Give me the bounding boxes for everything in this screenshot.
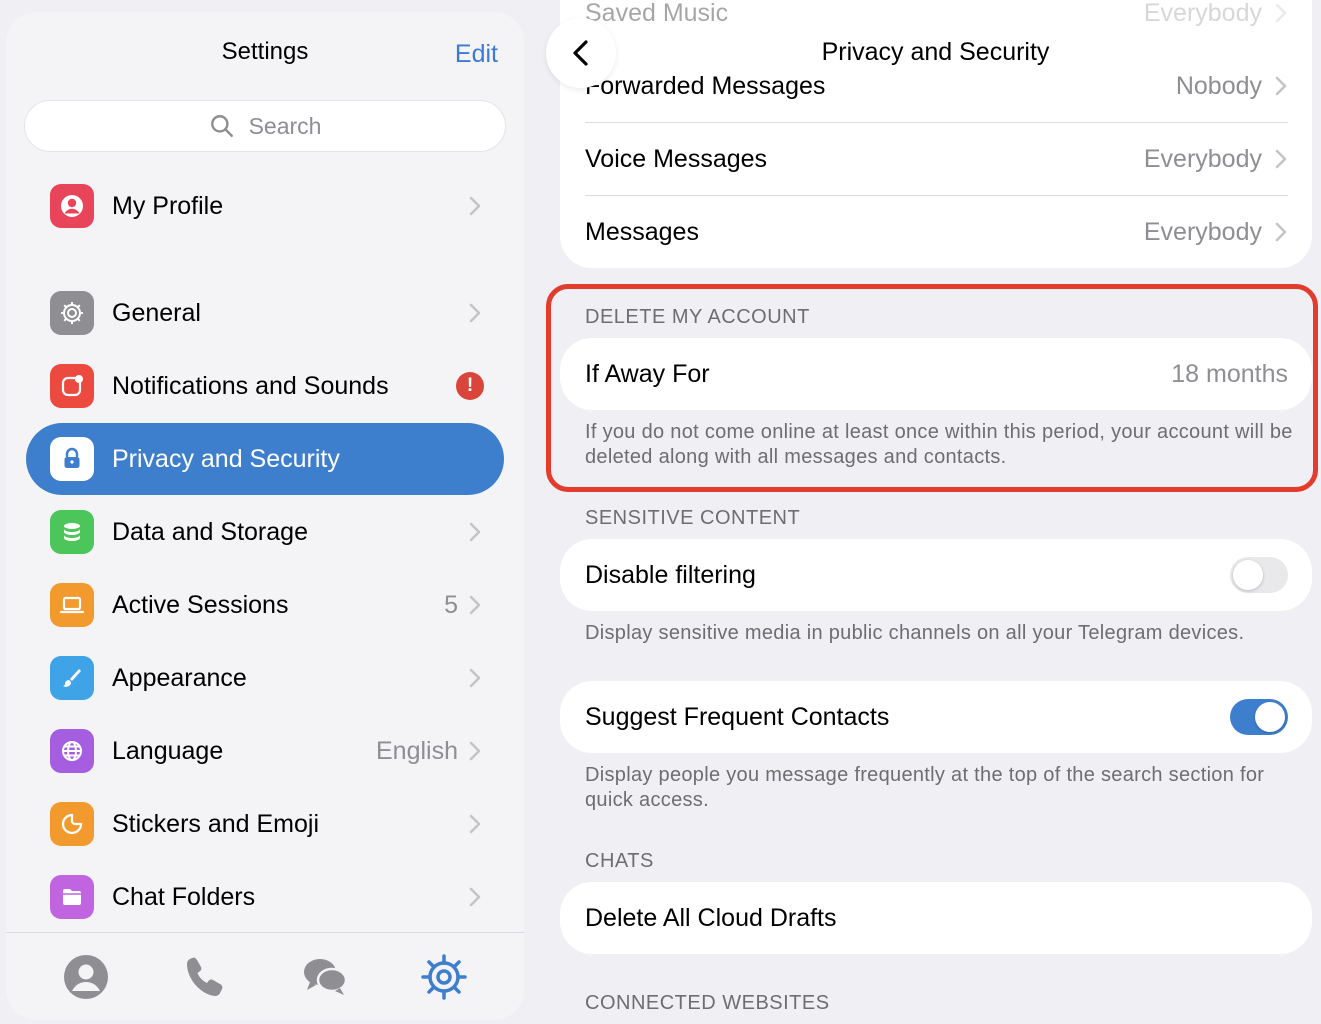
- sidebar-title: Settings: [221, 38, 309, 65]
- section-header-connected: CONNECTED WEBSITES: [585, 992, 830, 1014]
- row-value: 18 months: [1171, 359, 1288, 388]
- sticker-icon: [50, 802, 94, 846]
- search-placeholder: Search: [248, 112, 322, 139]
- chevron-right-icon: [1275, 76, 1287, 96]
- sidebar-item-stickers[interactable]: Stickers and Emoji: [26, 788, 504, 860]
- settings-sidebar: Settings Edit Search My Profile General …: [6, 12, 524, 1020]
- sidebar-item-label: Active Sessions: [112, 590, 289, 619]
- page-title: Privacy and Security: [821, 38, 1050, 66]
- brush-icon: [50, 656, 94, 700]
- sessions-count: 5: [444, 590, 458, 619]
- profile-icon: [50, 184, 94, 228]
- chevron-right-icon: [469, 887, 481, 907]
- suggest-group: Suggest Frequent Contacts: [560, 681, 1312, 753]
- sidebar-item-active-sessions[interactable]: Active Sessions 5: [26, 569, 504, 641]
- notification-icon: [50, 364, 94, 408]
- section-header-chats: CHATS: [585, 850, 654, 872]
- settings-tab[interactable]: [416, 949, 472, 1005]
- delete-account-group: If Away For 18 months: [560, 338, 1312, 410]
- sidebar-item-label: Notifications and Sounds: [112, 371, 389, 400]
- row-value: Everybody: [1143, 217, 1262, 246]
- sidebar-item-label: General: [112, 298, 201, 327]
- sidebar-item-notifications[interactable]: Notifications and Sounds !: [26, 350, 504, 422]
- row-label: Messages: [585, 217, 699, 246]
- lock-icon: [50, 437, 94, 481]
- sidebar-item-label: Language: [112, 736, 224, 765]
- search-icon: [210, 115, 233, 137]
- sidebar-item-label: Chat Folders: [112, 882, 256, 911]
- phone-icon: [187, 957, 223, 996]
- suggest-contacts-toggle[interactable]: [1230, 699, 1288, 735]
- row-label: Disable filtering: [585, 560, 756, 589]
- toggle-knob: [1255, 702, 1285, 732]
- chevron-right-icon: [1275, 3, 1287, 23]
- database-icon: [50, 510, 94, 554]
- search-input[interactable]: Search: [24, 100, 506, 152]
- section-header-delete-account: DELETE MY ACCOUNT: [585, 306, 810, 328]
- row-label: Forwarded Messages: [585, 71, 826, 100]
- contacts-tab[interactable]: [58, 949, 114, 1005]
- if-away-for-row[interactable]: If Away For 18 months: [560, 338, 1312, 410]
- chevron-right-icon: [469, 303, 481, 323]
- chevron-right-icon: [1275, 149, 1287, 169]
- sidebar-item-my-profile[interactable]: My Profile: [26, 170, 504, 242]
- row-value: Everybody: [1143, 0, 1262, 27]
- chats-group: Delete All Cloud Drafts: [560, 882, 1312, 954]
- gear-icon: [50, 291, 94, 335]
- sidebar-item-label: Data and Storage: [112, 517, 308, 546]
- calls-tab[interactable]: [177, 949, 233, 1005]
- chevron-right-icon: [469, 196, 481, 216]
- sidebar-item-chat-folders[interactable]: Chat Folders: [26, 861, 504, 933]
- row-label: Saved Music: [585, 0, 729, 27]
- privacy-row-messages[interactable]: Messages Everybody: [560, 196, 1312, 268]
- privacy-panel: Privacy and Security Saved Music Everybo…: [540, 0, 1321, 1024]
- sidebar-header: Settings Edit: [6, 12, 524, 92]
- laptop-icon: [50, 583, 94, 627]
- language-value: English: [376, 736, 458, 765]
- chevron-right-icon: [469, 814, 481, 834]
- toggle-knob: [1233, 560, 1263, 590]
- tab-bar: [6, 932, 524, 1020]
- sidebar-item-label: Appearance: [112, 663, 247, 692]
- sidebar-item-language[interactable]: Language English: [26, 715, 504, 787]
- sidebar-item-data-storage[interactable]: Data and Storage: [26, 496, 504, 568]
- row-label: If Away For: [585, 359, 710, 388]
- suggest-footnote: Display people you message frequently at…: [585, 764, 1265, 811]
- sidebar-item-privacy[interactable]: Privacy and Security: [26, 423, 504, 495]
- globe-icon: [50, 729, 94, 773]
- disable-filtering-toggle[interactable]: [1230, 557, 1288, 593]
- delete-drafts-row[interactable]: Delete All Cloud Drafts: [560, 882, 1312, 954]
- sensitive-group: Disable filtering: [560, 539, 1312, 611]
- sidebar-item-appearance[interactable]: Appearance: [26, 642, 504, 714]
- chat-bubbles-icon: [303, 958, 347, 995]
- person-icon: [63, 954, 108, 999]
- settings-gear-icon: [421, 953, 467, 1000]
- delete-account-footnote: If you do not come online at least once …: [585, 421, 1293, 468]
- alert-badge: !: [456, 372, 484, 400]
- row-value: Everybody: [1143, 144, 1262, 173]
- suggest-contacts-row: Suggest Frequent Contacts: [560, 681, 1312, 753]
- privacy-row-voice[interactable]: Voice Messages Everybody: [560, 123, 1312, 195]
- sidebar-item-label: Privacy and Security: [112, 444, 340, 473]
- section-header-sensitive: SENSITIVE CONTENT: [585, 507, 801, 529]
- chevron-right-icon: [469, 522, 481, 542]
- row-label: Voice Messages: [585, 144, 768, 173]
- sidebar-item-label: Stickers and Emoji: [112, 809, 320, 838]
- folder-icon: [50, 875, 94, 919]
- sidebar-item-label: My Profile: [112, 191, 224, 220]
- sensitive-footnote: Display sensitive media in public channe…: [585, 622, 1245, 644]
- row-value: Nobody: [1175, 71, 1262, 100]
- chevron-right-icon: [1275, 222, 1287, 242]
- sidebar-item-general[interactable]: General: [26, 277, 504, 349]
- row-label: Delete All Cloud Drafts: [585, 903, 837, 932]
- disable-filtering-row: Disable filtering: [560, 539, 1312, 611]
- chevron-right-icon: [469, 668, 481, 688]
- chevron-right-icon: [469, 595, 481, 615]
- chevron-right-icon: [469, 741, 481, 761]
- chats-tab[interactable]: [297, 949, 353, 1005]
- edit-button[interactable]: Edit: [455, 40, 498, 69]
- row-label: Suggest Frequent Contacts: [585, 702, 890, 731]
